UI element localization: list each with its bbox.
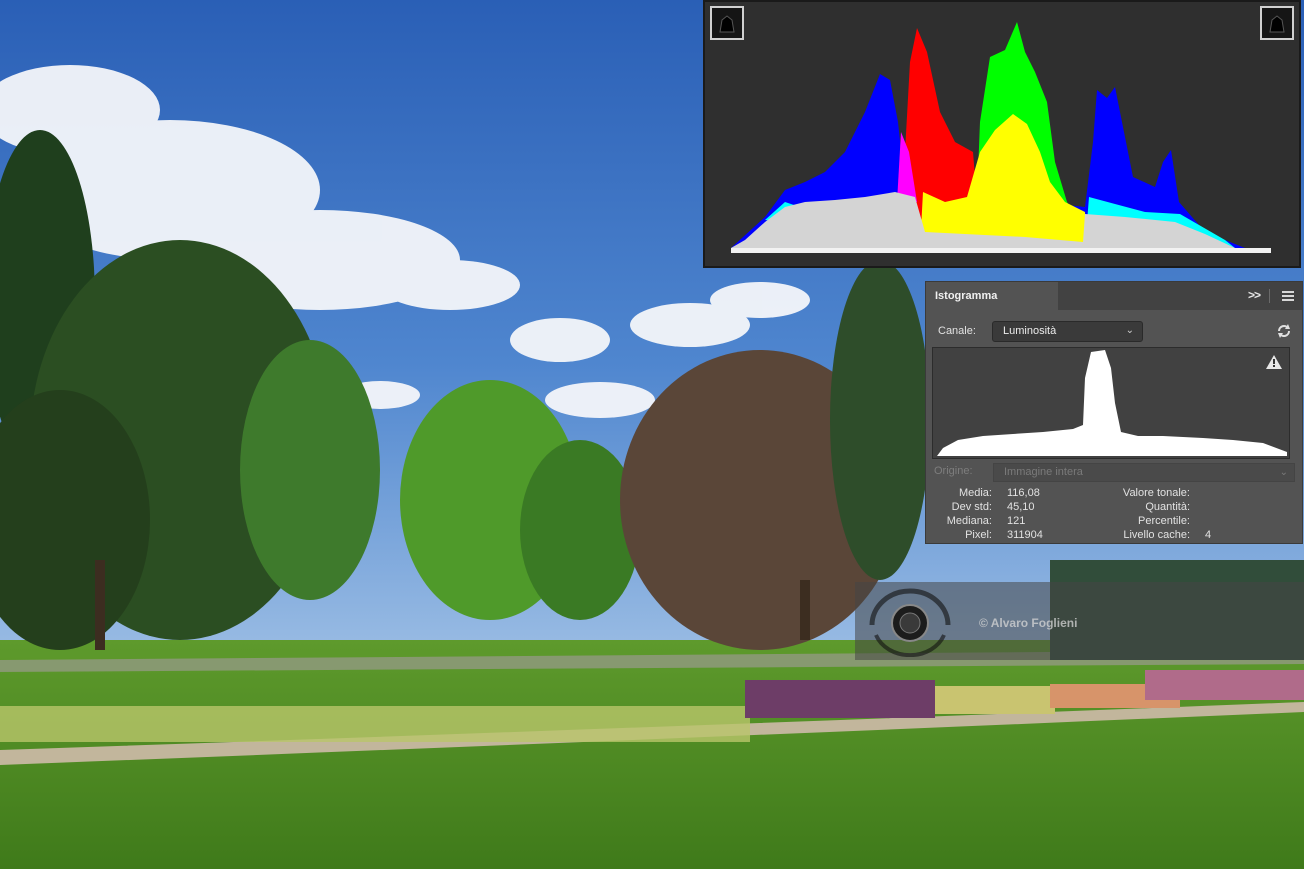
collapse-panel-icon[interactable]: >>	[1248, 288, 1261, 302]
tab-histogram[interactable]: Istogramma	[926, 282, 1058, 310]
luminosity-histogram-shape	[937, 350, 1287, 456]
stat-percentile-label: Percentile:	[1138, 515, 1190, 527]
stat-pixels-value: 311904	[1007, 529, 1043, 541]
rgb-histogram-graph	[731, 22, 1271, 253]
chevron-down-icon: ⌄	[1279, 467, 1288, 478]
source-select-value: Immagine intera	[1004, 466, 1083, 478]
histogram-baseline	[731, 248, 1271, 253]
stat-stddev-value: 45,10	[1007, 501, 1035, 513]
panel-tab-bar: Istogramma >>	[926, 282, 1302, 310]
tab-bar-divider	[1269, 289, 1270, 303]
shadow-clipping-warning-button[interactable]	[710, 6, 744, 40]
stat-count-label: Quantità:	[1145, 501, 1190, 513]
stat-pixels-label: Pixel:	[965, 529, 992, 541]
stat-mean-value: 116,08	[1007, 487, 1040, 499]
stat-median-label: Mediana:	[946, 515, 992, 527]
channel-select[interactable]: Luminosità ⌄	[992, 321, 1143, 342]
panel-menu-icon[interactable]	[1282, 291, 1294, 301]
shadow-clipping-warning-icon	[719, 15, 735, 33]
stat-cache-label: Livello cache:	[1123, 529, 1190, 541]
color-histogram-overlay	[703, 0, 1301, 268]
photo-club-logo	[869, 588, 951, 657]
photographer-watermark: © Alvaro Foglieni	[855, 582, 1304, 660]
stat-level-label: Valore tonale:	[1122, 487, 1190, 499]
highlight-clipping-warning-icon	[1269, 15, 1285, 33]
stat-cache-value: 4	[1205, 529, 1212, 541]
refresh-icon[interactable]	[1276, 323, 1292, 339]
histogram-panel: Istogramma >> Canale: Luminosità ⌄ Origi…	[925, 281, 1303, 544]
source-select[interactable]: Immagine intera ⌄	[993, 463, 1295, 482]
highlight-clipping-warning-button[interactable]	[1260, 6, 1294, 40]
stat-stddev-label: Dev std:	[951, 501, 992, 513]
luminosity-histogram-graph	[937, 350, 1287, 456]
luminosity-histogram	[932, 347, 1290, 459]
channel-label: Canale:	[938, 325, 976, 337]
cache-warning-icon[interactable]	[1266, 355, 1282, 369]
channel-select-value: Luminosità	[1003, 325, 1057, 337]
chevron-down-icon: ⌄	[1125, 325, 1134, 336]
source-label: Origine:	[934, 465, 973, 477]
photographer-credit: © Alvaro Foglieni	[979, 616, 1078, 630]
stat-median-value: 121	[1007, 515, 1026, 527]
stat-mean-label: Media:	[958, 487, 992, 499]
